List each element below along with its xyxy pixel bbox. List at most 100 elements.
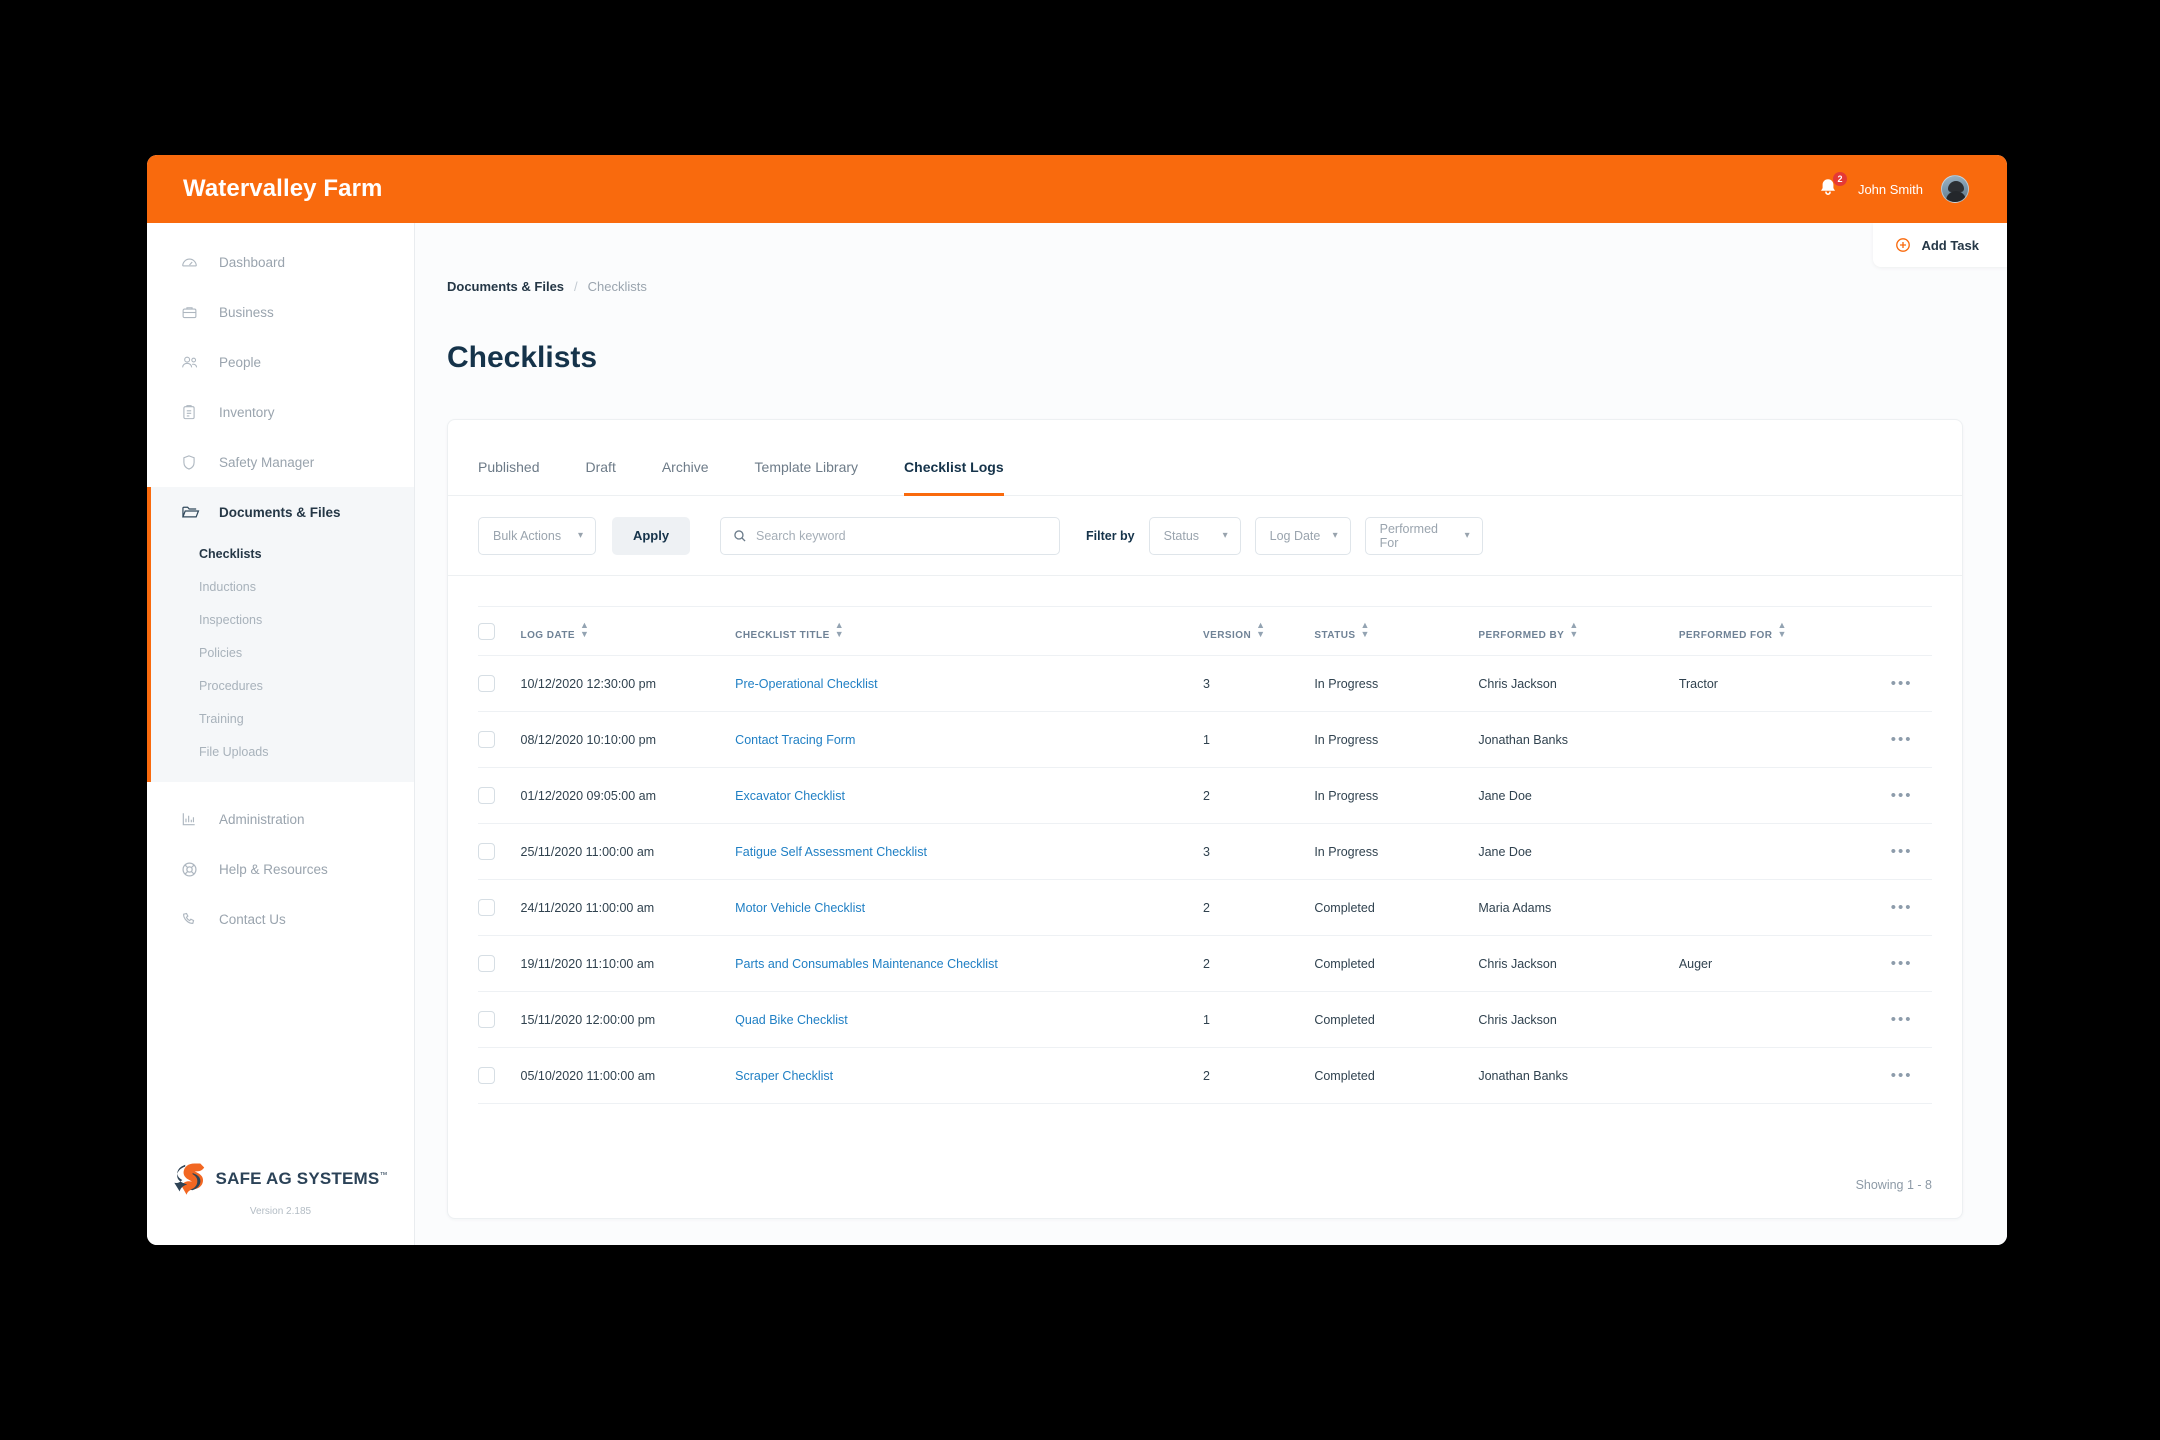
column-header-performed-for[interactable]: PERFORMED FOR ▲ ▼ xyxy=(1678,606,1872,656)
ellipsis-icon[interactable]: ••• xyxy=(1891,843,1913,860)
row-checkbox[interactable] xyxy=(478,843,495,860)
sidebar-item-documents-files[interactable]: Documents & Files xyxy=(147,487,414,537)
cell-performed-by: Jonathan Banks xyxy=(1478,711,1679,768)
ellipsis-icon[interactable]: ••• xyxy=(1891,731,1913,748)
apply-button[interactable]: Apply xyxy=(612,516,690,555)
cell-performed-by: Chris Jackson xyxy=(1478,991,1679,1048)
table-head: LOG DATE ▲ ▼ CHECKLIST TITLE ▲ ▼ VERSION ▲ ▼ S… xyxy=(478,606,1932,656)
row-checkbox[interactable] xyxy=(478,787,495,804)
table-row[interactable]: 08/12/2020 10:10:00 pm Contact Tracing Fo… xyxy=(478,711,1932,768)
sidebar-subitem-training[interactable]: Training xyxy=(151,702,414,735)
tab-draft[interactable]: Draft xyxy=(586,459,616,495)
filter-status-select[interactable]: Status ▾ xyxy=(1148,516,1241,555)
ellipsis-icon[interactable]: ••• xyxy=(1891,675,1913,692)
row-select-cell xyxy=(478,935,521,992)
cell-performed-by: Maria Adams xyxy=(1478,879,1679,936)
tab-template-library[interactable]: Template Library xyxy=(755,459,859,495)
ellipsis-icon[interactable]: ••• xyxy=(1891,899,1913,916)
checklist-title-link[interactable]: Scraper Checklist xyxy=(735,1069,833,1083)
sidebar-item-contact-us[interactable]: Contact Us xyxy=(147,894,414,944)
filter-performed-for-select[interactable]: Performed For ▾ xyxy=(1364,516,1483,555)
user-name[interactable]: John Smith xyxy=(1858,182,1923,197)
chevron-down-icon: ▾ xyxy=(1222,530,1228,541)
row-checkbox[interactable] xyxy=(478,731,495,748)
ellipsis-icon[interactable]: ••• xyxy=(1891,1067,1913,1084)
version-text: Version 2.185 xyxy=(249,1206,312,1217)
notifications-button[interactable]: 2 xyxy=(1818,172,1847,201)
checklist-title-link[interactable]: Fatigue Self Assessment Checklist xyxy=(735,845,927,859)
sidebar-item-label: Safety Manager xyxy=(219,454,315,470)
checklist-logs-table: LOG DATE ▲ ▼ CHECKLIST TITLE ▲ ▼ VERSION ▲ ▼ S… xyxy=(478,606,1932,1104)
column-label: PERFORMED FOR xyxy=(1678,630,1773,641)
sidebar-item-help-resources[interactable]: Help & Resources xyxy=(147,844,414,894)
row-checkbox[interactable] xyxy=(478,1067,495,1084)
row-checkbox[interactable] xyxy=(478,955,495,972)
filter-performed-for-label: Performed For xyxy=(1379,521,1438,550)
sidebar-subitem-file-uploads[interactable]: File Uploads xyxy=(151,735,414,768)
column-header-status[interactable]: STATUS ▲ ▼ xyxy=(1314,606,1479,656)
sidebar-item-label: Contact Us xyxy=(219,911,286,927)
checklist-title-link[interactable]: Contact Tracing Form xyxy=(735,733,855,747)
column-header-checklist-title[interactable]: CHECKLIST TITLE ▲ ▼ xyxy=(735,606,1203,656)
tab-archive[interactable]: Archive xyxy=(662,459,709,495)
search-box[interactable] xyxy=(720,516,1060,555)
bulk-actions-label: Bulk Actions xyxy=(493,528,562,543)
people-icon xyxy=(181,352,203,372)
table-row[interactable]: 10/12/2020 12:30:00 pm Pre-Operational Ch… xyxy=(478,655,1932,712)
sidebar-item-people[interactable]: People xyxy=(147,337,414,387)
checklist-title-link[interactable]: Motor Vehicle Checklist xyxy=(735,901,865,915)
ellipsis-icon[interactable]: ••• xyxy=(1891,787,1913,804)
table-row[interactable]: 19/11/2020 11:10:00 am Parts and Consumab… xyxy=(478,935,1932,992)
tab-published[interactable]: Published xyxy=(478,459,540,495)
table-row[interactable]: 01/12/2020 09:05:00 am Excavator Checklis… xyxy=(478,767,1932,824)
table-row[interactable]: 15/11/2020 12:00:00 pm Quad Bike Checklis… xyxy=(478,991,1932,1048)
row-checkbox[interactable] xyxy=(478,899,495,916)
add-task-button[interactable]: Add Task xyxy=(1873,223,2007,267)
pagination-summary: Showing 1 - 8 xyxy=(1855,1178,1932,1192)
bulk-actions-select[interactable]: Bulk Actions ▾ xyxy=(478,516,596,555)
top-bar: Watervalley Farm 2 John Smith xyxy=(147,155,2007,223)
sidebar-subitem-policies[interactable]: Policies xyxy=(151,636,414,669)
row-select-cell xyxy=(478,711,521,768)
filter-log-date-select[interactable]: Log Date ▾ xyxy=(1254,516,1351,555)
sidebar-subitem-inductions[interactable]: Inductions xyxy=(151,570,414,603)
tab-checklist-logs[interactable]: Checklist Logs xyxy=(904,459,1004,496)
row-checkbox[interactable] xyxy=(478,675,495,692)
sidebar-item-administration[interactable]: Administration xyxy=(147,794,414,844)
search-input[interactable] xyxy=(756,528,1047,543)
checklist-title-link[interactable]: Pre-Operational Checklist xyxy=(735,677,877,691)
sort-icon: ▲ ▼ xyxy=(1360,620,1370,639)
checklist-title-link[interactable]: Quad Bike Checklist xyxy=(735,1013,848,1027)
column-header-log-date[interactable]: LOG DATE ▲ ▼ xyxy=(520,606,736,656)
column-header-version[interactable]: VERSION ▲ ▼ xyxy=(1202,606,1315,656)
cell-performed-for xyxy=(1678,767,1872,824)
sidebar-subitem-procedures[interactable]: Procedures xyxy=(151,669,414,702)
sidebar-subitem-checklists[interactable]: Checklists xyxy=(151,537,414,570)
sidebar-item-business[interactable]: Business xyxy=(147,287,414,337)
select-all-checkbox[interactable] xyxy=(478,622,495,640)
ellipsis-icon[interactable]: ••• xyxy=(1891,1011,1913,1028)
sidebar-subitem-label: Procedures xyxy=(199,678,263,693)
cell-performed-for: Auger xyxy=(1678,935,1872,992)
sidebar-item-safety-manager[interactable]: Safety Manager xyxy=(147,437,414,487)
row-checkbox[interactable] xyxy=(478,1011,495,1028)
checklist-title-link[interactable]: Parts and Consumables Maintenance Checkl… xyxy=(735,957,998,971)
table-row[interactable]: 25/11/2020 11:00:00 am Fatigue Self Asses… xyxy=(478,823,1932,880)
filter-log-date-label: Log Date xyxy=(1269,528,1321,543)
table-row[interactable]: 05/10/2020 11:00:00 am Scraper Checklist 2… xyxy=(478,1047,1932,1104)
sidebar-subitem-inspections[interactable]: Inspections xyxy=(151,603,414,636)
sidebar-item-dashboard[interactable]: Dashboard xyxy=(147,237,414,287)
checklist-title-link[interactable]: Excavator Checklist xyxy=(735,789,845,803)
avatar[interactable] xyxy=(1941,175,1969,203)
cell-performed-for xyxy=(1678,991,1872,1048)
sidebar-item-inventory[interactable]: Inventory xyxy=(147,387,414,437)
breadcrumb-parent[interactable]: Documents & Files xyxy=(447,279,564,294)
table-row[interactable]: 24/11/2020 11:00:00 am Motor Vehicle Chec… xyxy=(478,879,1932,936)
cell-log-date: 25/11/2020 11:00:00 am xyxy=(520,823,736,880)
row-select-cell xyxy=(478,1047,521,1104)
table-header-row: LOG DATE ▲ ▼ CHECKLIST TITLE ▲ ▼ VERSION ▲ ▼ S… xyxy=(478,606,1932,656)
sidebar-item-label: People xyxy=(219,354,262,370)
column-header-performed-by[interactable]: PERFORMED BY ▲ ▼ xyxy=(1478,606,1679,656)
ellipsis-icon[interactable]: ••• xyxy=(1891,955,1913,972)
sidebar-item-label: Dashboard xyxy=(219,254,286,270)
